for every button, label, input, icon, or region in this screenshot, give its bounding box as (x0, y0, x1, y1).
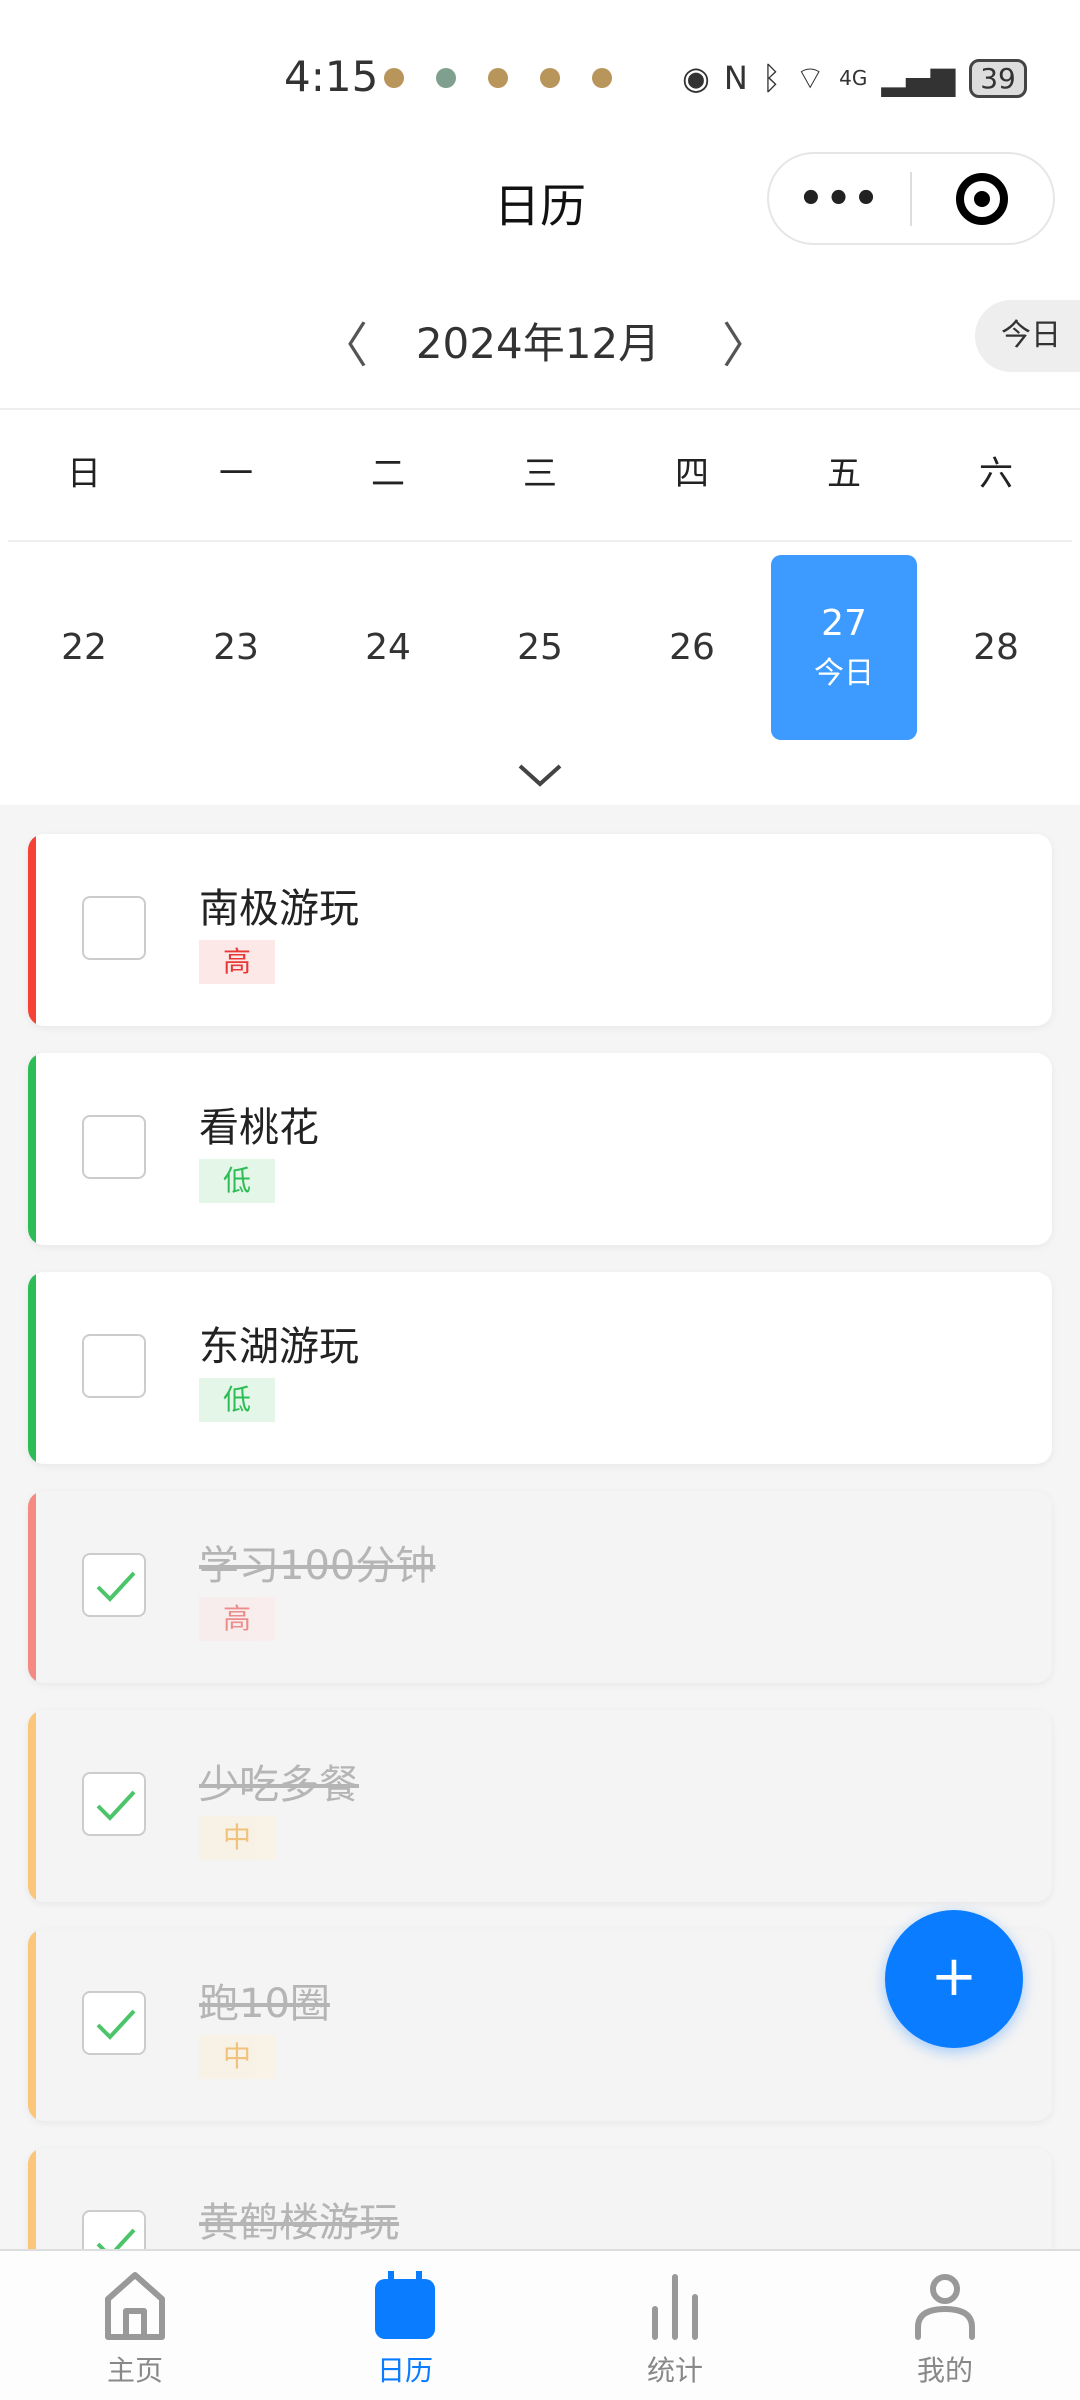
notification-icon (436, 68, 456, 88)
task-checkbox[interactable] (82, 1553, 146, 1617)
current-month: 2024年12月 (415, 319, 661, 368)
close-miniapp-button[interactable] (912, 172, 1053, 225)
nav-label: 主页 (106, 2354, 163, 2387)
next-month-button[interactable]: 〉 (722, 306, 770, 376)
task-title: 东湖游玩 (199, 1324, 359, 1370)
chart-icon (652, 2274, 698, 2340)
check-icon (96, 1571, 136, 1602)
task-title: 少吃多餐 (199, 1762, 359, 1808)
nav-label: 我的 (916, 2354, 973, 2387)
header-area: 4:15 ◉ N ᛒ ⌔ 4G ▂▄▆ 39 日历 ••• 〈 2024年12月… (0, 0, 1080, 805)
nav-home[interactable]: 主页 (0, 2251, 270, 2400)
miniapp-capsule: ••• (767, 152, 1055, 245)
battery-level: 39 (969, 58, 1027, 98)
add-task-button[interactable]: + (885, 1910, 1023, 2048)
priority-tag: 高 (199, 940, 275, 984)
priority-tag: 低 (199, 1378, 275, 1422)
divider (0, 408, 1080, 410)
weekday-label: 四 (675, 454, 709, 494)
weekday-label: 三 (523, 454, 557, 494)
wifi-icon: ⌔ (795, 59, 826, 97)
weekday-label: 二 (371, 454, 405, 494)
priority-tag: 中 (199, 1816, 275, 1860)
user-icon (915, 2274, 975, 2340)
priority-bar (28, 1929, 36, 2121)
status-time: 4:15 (284, 52, 379, 101)
signal-icon: ▂▄▆ (881, 59, 956, 97)
weekday-label: 一 (219, 454, 253, 494)
check-icon (96, 2009, 136, 2040)
bottom-nav: 主页 日历 统计 我的 (0, 2249, 1080, 2400)
task-title: 看桃花 (199, 1105, 319, 1151)
notification-icon (592, 68, 612, 88)
priority-bar (28, 1491, 36, 1683)
date-cell[interactable]: 25 (467, 555, 613, 740)
divider (8, 540, 1072, 542)
task-checkbox[interactable] (82, 1991, 146, 2055)
task-checkbox[interactable] (82, 1115, 146, 1179)
today-button[interactable]: 今日 (975, 300, 1080, 372)
priority-bar (28, 1272, 36, 1464)
date-cell[interactable]: 23 (163, 555, 309, 740)
week-dates: 22 23 24 25 26 27 今日 28 (8, 555, 1072, 740)
priority-tag: 中 (199, 2035, 275, 2079)
date-cell-selected[interactable]: 27 今日 (771, 555, 917, 740)
eye-icon: ◉ (682, 59, 710, 97)
task-checkbox[interactable] (82, 896, 146, 960)
nav-profile[interactable]: 我的 (810, 2251, 1080, 2400)
nav-label: 统计 (646, 2354, 703, 2387)
task-card[interactable]: 少吃多餐 中 (28, 1710, 1052, 1902)
priority-tag: 高 (199, 1597, 275, 1641)
priority-bar (28, 1053, 36, 1245)
task-card[interactable]: 学习100分钟 高 (28, 1491, 1052, 1683)
task-checkbox[interactable] (82, 1772, 146, 1836)
notification-icon (488, 68, 508, 88)
date-cell[interactable]: 24 (315, 555, 461, 740)
task-card[interactable]: 东湖游玩 低 (28, 1272, 1052, 1464)
nav-calendar[interactable]: 日历 (270, 2251, 540, 2400)
task-checkbox[interactable] (82, 1334, 146, 1398)
weekday-label: 六 (979, 454, 1013, 494)
task-title: 南极游玩 (199, 886, 359, 932)
network-type: 4G (839, 66, 868, 90)
target-icon (956, 172, 1009, 225)
calendar-icon (375, 2271, 435, 2339)
expand-calendar-chevron-icon[interactable] (516, 760, 564, 790)
priority-bar (28, 1710, 36, 1902)
more-button[interactable]: ••• (769, 176, 910, 222)
priority-tag: 低 (199, 1159, 275, 1203)
weekday-label: 日 (67, 454, 101, 494)
notification-icon (540, 68, 560, 88)
date-cell[interactable]: 22 (11, 555, 157, 740)
task-card[interactable]: 南极游玩 高 (28, 834, 1052, 1026)
date-cell[interactable]: 26 (619, 555, 765, 740)
weekday-header: 日 一 二 三 四 五 六 (8, 446, 1072, 495)
home-icon (105, 2272, 165, 2340)
notification-icon (384, 68, 404, 88)
nav-stats[interactable]: 统计 (540, 2251, 810, 2400)
task-title: 跑10圈 (199, 1981, 330, 2027)
date-cell[interactable]: 28 (923, 555, 1069, 740)
task-title: 黄鹤楼游玩 (199, 2200, 399, 2246)
weekday-label: 五 (827, 454, 861, 494)
priority-bar (28, 834, 36, 1026)
check-icon (96, 1790, 136, 1821)
nav-label: 日历 (376, 2354, 433, 2387)
status-bar: 4:15 ◉ N ᛒ ⌔ 4G ▂▄▆ 39 (0, 52, 1080, 112)
task-card[interactable]: 看桃花 低 (28, 1053, 1052, 1245)
bluetooth-icon: ᛒ (761, 59, 782, 97)
today-label: 今日 (814, 656, 874, 691)
prev-month-button[interactable]: 〈 (320, 306, 368, 376)
nfc-icon: N (723, 59, 748, 97)
task-title: 学习100分钟 (199, 1543, 436, 1589)
